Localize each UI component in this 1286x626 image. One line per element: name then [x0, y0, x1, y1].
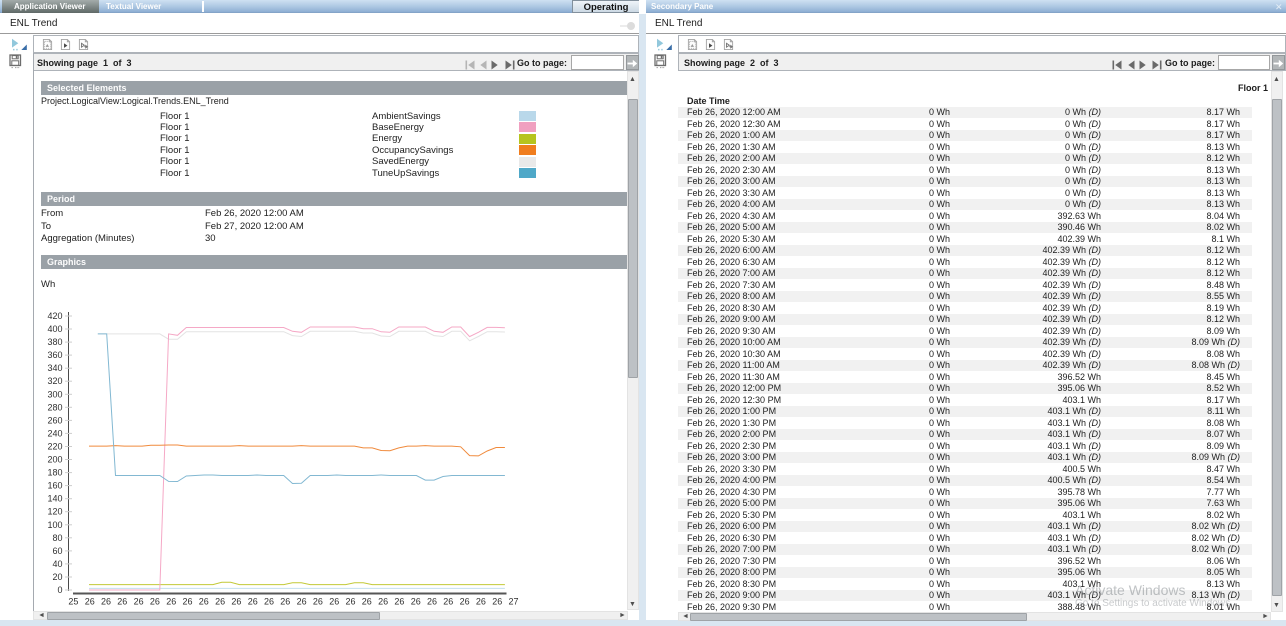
- svg-text:160: 160: [47, 481, 62, 491]
- svg-text:280: 280: [47, 402, 62, 412]
- svg-text:40: 40: [52, 559, 62, 569]
- svg-text:26: 26: [443, 597, 453, 607]
- svg-text:26: 26: [378, 597, 388, 607]
- svg-text:80: 80: [52, 533, 62, 543]
- svg-text:26: 26: [231, 597, 241, 607]
- svg-text:26: 26: [394, 597, 404, 607]
- svg-text:60: 60: [52, 546, 62, 556]
- svg-text:26: 26: [264, 597, 274, 607]
- svg-text:180: 180: [47, 468, 62, 478]
- svg-text:320: 320: [47, 376, 62, 386]
- svg-text:300: 300: [47, 389, 62, 399]
- svg-text:26: 26: [199, 597, 209, 607]
- svg-text:26: 26: [134, 597, 144, 607]
- svg-text:26: 26: [427, 597, 437, 607]
- svg-text:26: 26: [166, 597, 176, 607]
- svg-text:26: 26: [101, 597, 111, 607]
- svg-text:240: 240: [47, 428, 62, 438]
- svg-text:360: 360: [47, 350, 62, 360]
- svg-text:140: 140: [47, 494, 62, 504]
- svg-text:26: 26: [215, 597, 225, 607]
- svg-text:26: 26: [460, 597, 470, 607]
- svg-text:120: 120: [47, 507, 62, 517]
- svg-text:26: 26: [362, 597, 372, 607]
- svg-text:27: 27: [508, 597, 518, 607]
- svg-text:26: 26: [117, 597, 127, 607]
- svg-text:26: 26: [476, 597, 486, 607]
- svg-text:380: 380: [47, 337, 62, 347]
- svg-text:20: 20: [52, 572, 62, 582]
- svg-text:400: 400: [47, 324, 62, 334]
- svg-text:26: 26: [85, 597, 95, 607]
- svg-text:200: 200: [47, 455, 62, 465]
- svg-text:26: 26: [313, 597, 323, 607]
- svg-text:420: 420: [47, 311, 62, 321]
- svg-text:26: 26: [150, 597, 160, 607]
- svg-text:0: 0: [57, 585, 62, 595]
- svg-text:340: 340: [47, 363, 62, 373]
- svg-text:26: 26: [345, 597, 355, 607]
- svg-text:220: 220: [47, 442, 62, 452]
- svg-text:26: 26: [297, 597, 307, 607]
- svg-text:25: 25: [68, 597, 78, 607]
- svg-text:100: 100: [47, 520, 62, 530]
- svg-text:26: 26: [280, 597, 290, 607]
- svg-text:260: 260: [47, 415, 62, 425]
- svg-text:26: 26: [492, 597, 502, 607]
- svg-text:26: 26: [248, 597, 258, 607]
- svg-text:26: 26: [182, 597, 192, 607]
- svg-text:26: 26: [411, 597, 421, 607]
- svg-text:26: 26: [329, 597, 339, 607]
